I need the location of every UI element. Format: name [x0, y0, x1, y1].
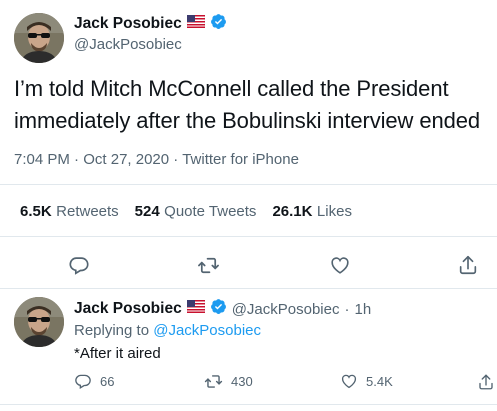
tweet-date[interactable]: Oct 27, 2020 [83, 151, 169, 168]
reply-separator: · [344, 300, 350, 318]
meta-separator: · [74, 151, 80, 168]
reply-icon[interactable] [74, 372, 92, 390]
us-flag-icon [186, 14, 205, 33]
likes-stat[interactable]: 26.1K Likes [272, 203, 352, 221]
retweets-count: 6.5K [20, 203, 52, 220]
share-icon[interactable] [476, 372, 496, 392]
tweet-stats: 6.5K Retweets 524 Quote Tweets 26.1K Lik… [20, 203, 352, 221]
like-icon[interactable] [340, 372, 358, 390]
like-icon[interactable] [327, 252, 353, 278]
replying-to-handle[interactable]: @JackPosobiec [153, 322, 261, 339]
verified-badge-icon [210, 298, 227, 320]
divider [0, 288, 497, 289]
divider [0, 236, 497, 237]
tweet-meta: 7:04 PM · Oct 27, 2020 · Twitter for iPh… [14, 151, 299, 168]
reply-count: 66 [100, 373, 115, 389]
meta-separator: · [173, 151, 179, 168]
reply-author-handle[interactable]: @JackPosobiec [232, 301, 340, 318]
reply-header: Jack Posobiec @JackPosobiec · 1h [74, 298, 371, 320]
quotes-label: Quote Tweets [164, 203, 257, 220]
reply-reply-action[interactable]: 66 [74, 372, 114, 390]
retweet-icon[interactable] [195, 252, 221, 278]
divider [0, 184, 497, 185]
reply-retweet-action[interactable]: 430 [204, 372, 253, 391]
divider [0, 404, 497, 405]
reply-icon[interactable] [66, 252, 92, 278]
retweet-icon[interactable] [204, 372, 223, 391]
tweet-text: I’m told Mitch McConnell called the Pres… [14, 76, 480, 133]
reply-text: *After it aired [74, 345, 161, 362]
retweet-count: 430 [231, 374, 253, 389]
retweets-stat[interactable]: 6.5K Retweets [20, 203, 119, 221]
retweets-label: Retweets [56, 203, 119, 220]
likes-label: Likes [316, 203, 352, 220]
tweet-source[interactable]: Twitter for iPhone [182, 151, 299, 168]
replying-to-prefix: Replying to [74, 322, 154, 339]
reply-time[interactable]: 1h [354, 301, 371, 318]
author-handle[interactable]: @JackPosobiec [74, 36, 182, 53]
reply-author-name[interactable]: Jack Posobiec [74, 300, 182, 318]
avatar[interactable] [14, 297, 64, 347]
tweet-time[interactable]: 7:04 PM [14, 151, 70, 168]
reply-like-action[interactable]: 5.4K [340, 372, 393, 390]
like-count: 5.4K [366, 373, 393, 389]
quotes-count: 524 [134, 203, 160, 220]
quotes-stat[interactable]: 524 Quote Tweets [135, 203, 257, 221]
likes-count: 26.1K [272, 203, 313, 220]
avatar[interactable] [14, 13, 64, 63]
replying-to: Replying to @JackPosobiec [74, 322, 261, 339]
verified-badge-icon [210, 13, 227, 35]
share-icon[interactable] [455, 252, 481, 278]
author-name[interactable]: Jack Posobiec [74, 15, 182, 33]
us-flag-icon [186, 299, 205, 318]
